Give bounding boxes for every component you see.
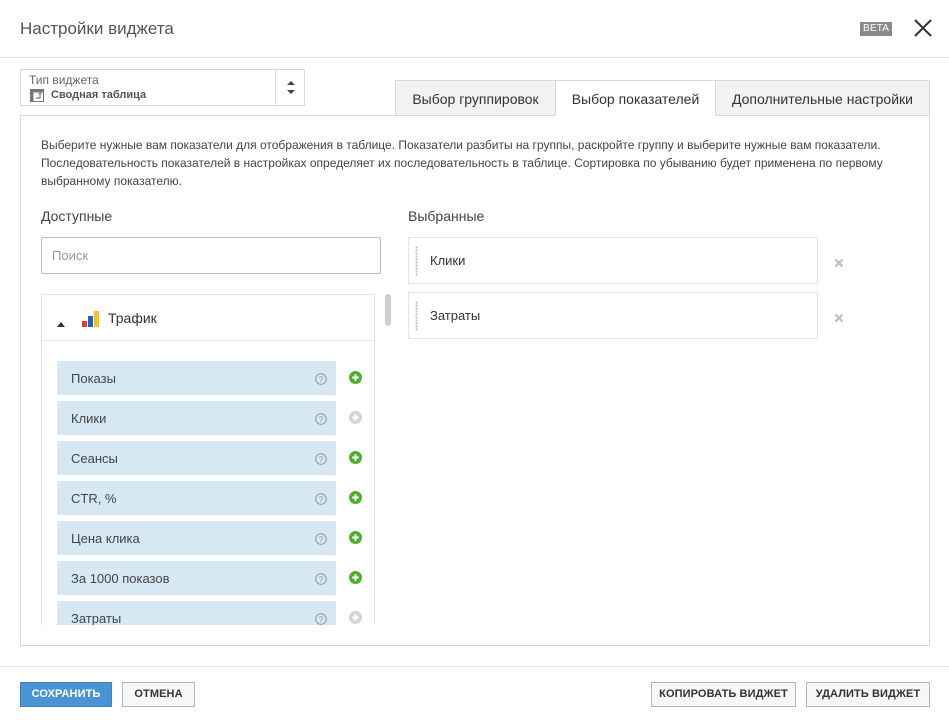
search-input[interactable] — [41, 237, 381, 274]
metrics-panel: Выберите нужные вам показатели для отобр… — [20, 115, 930, 646]
metric-label: Показы — [71, 371, 116, 386]
add-icon[interactable] — [349, 531, 362, 544]
caret-up-icon — [57, 314, 65, 327]
selected-item[interactable]: Клики — [408, 237, 818, 284]
help-icon[interactable]: ? — [315, 412, 327, 425]
tab-groupings[interactable]: Выбор группировок — [395, 80, 556, 116]
add-disabled-icon — [349, 611, 362, 624]
available-list: Трафик Показы ? Клики ? Сеансы ? CTR, % … — [41, 294, 375, 625]
save-button[interactable]: СОХРАНИТЬ — [20, 682, 112, 707]
add-icon[interactable] — [349, 451, 362, 464]
metric-label: Сеансы — [71, 451, 118, 466]
help-icon[interactable]: ? — [315, 612, 327, 625]
help-icon[interactable]: ? — [315, 572, 327, 585]
delete-widget-button[interactable]: УДАЛИТЬ ВИДЖЕТ — [806, 682, 930, 707]
beta-badge: BETA — [860, 22, 893, 36]
group-label: Трафик — [108, 310, 157, 326]
dialog-title: Настройки виджета — [20, 19, 174, 38]
svg-text:?: ? — [319, 495, 324, 504]
selected-heading: Выбранные — [408, 208, 485, 224]
metric-pill[interactable]: Сеансы ? — [57, 441, 336, 475]
metric-label: Затраты — [71, 611, 122, 625]
svg-text:?: ? — [319, 615, 324, 624]
help-icon[interactable]: ? — [315, 452, 327, 465]
add-icon[interactable] — [349, 491, 362, 504]
svg-text:?: ? — [319, 535, 324, 544]
group-header-traffic[interactable]: Трафик — [42, 295, 374, 341]
metric-pill[interactable]: CTR, % ? — [57, 481, 336, 515]
dialog-header: Настройки виджета BETA — [0, 0, 949, 58]
footer-divider — [0, 666, 949, 667]
available-heading: Доступные — [41, 208, 113, 224]
metric-item: Клики ? — [57, 401, 362, 435]
metric-pill[interactable]: Затраты ? — [57, 601, 336, 625]
pivot-table-icon — [30, 89, 44, 102]
copy-widget-button[interactable]: КОПИРОВАТЬ ВИДЖЕТ — [651, 682, 796, 707]
metric-item: Цена клика ? — [57, 521, 362, 555]
remove-icon[interactable] — [834, 255, 844, 268]
svg-text:?: ? — [319, 415, 324, 424]
help-icon[interactable]: ? — [315, 492, 327, 505]
close-icon[interactable] — [912, 17, 934, 39]
metric-pill[interactable]: Показы ? — [57, 361, 336, 395]
add-disabled-icon — [349, 411, 362, 424]
help-icon[interactable]: ? — [315, 372, 327, 385]
bar-chart-icon — [82, 310, 99, 327]
metric-items: Показы ? Клики ? Сеансы ? CTR, % ? Цена … — [57, 361, 362, 625]
metric-label: Цена клика — [71, 531, 140, 546]
panel-description: Выберите нужные вам показатели для отобр… — [41, 138, 883, 188]
drag-handle-icon[interactable] — [415, 246, 418, 276]
metric-pill[interactable]: Цена клика ? — [57, 521, 336, 555]
remove-icon[interactable] — [834, 310, 844, 323]
metric-item: Затраты ? — [57, 601, 362, 625]
tab-advanced-settings[interactable]: Дополнительные настройки — [715, 80, 930, 116]
sort-arrows-icon[interactable] — [275, 70, 305, 105]
metric-label: Клики — [71, 411, 107, 426]
selected-label: Затраты — [430, 308, 481, 323]
metric-label: За 1000 показов — [71, 571, 170, 586]
help-icon[interactable]: ? — [315, 532, 327, 545]
add-icon[interactable] — [349, 371, 362, 384]
list-scrollbar[interactable] — [385, 294, 391, 326]
selected-label: Клики — [430, 253, 466, 268]
metric-item: CTR, % ? — [57, 481, 362, 515]
svg-text:?: ? — [319, 455, 324, 464]
widget-type-label: Тип виджета — [29, 73, 99, 87]
add-icon[interactable] — [349, 571, 362, 584]
metric-pill[interactable]: Клики ? — [57, 401, 336, 435]
selected-item[interactable]: Затраты — [408, 292, 818, 339]
widget-settings-dialog: Настройки виджета BETA Тип виджета Сводн… — [0, 0, 949, 724]
cancel-button[interactable]: ОТМЕНА — [122, 682, 195, 707]
metric-item: Показы ? — [57, 361, 362, 395]
widget-type-select[interactable]: Тип виджета Сводная таблица — [20, 69, 305, 106]
tab-metrics[interactable]: Выбор показателей — [555, 80, 716, 116]
svg-text:?: ? — [319, 375, 324, 384]
svg-text:?: ? — [319, 575, 324, 584]
metric-label: CTR, % — [71, 491, 117, 506]
widget-type-value: Сводная таблица — [51, 89, 147, 101]
metric-item: За 1000 показов ? — [57, 561, 362, 595]
metric-item: Сеансы ? — [57, 441, 362, 475]
metric-pill[interactable]: За 1000 показов ? — [57, 561, 336, 595]
drag-handle-icon[interactable] — [415, 301, 418, 331]
